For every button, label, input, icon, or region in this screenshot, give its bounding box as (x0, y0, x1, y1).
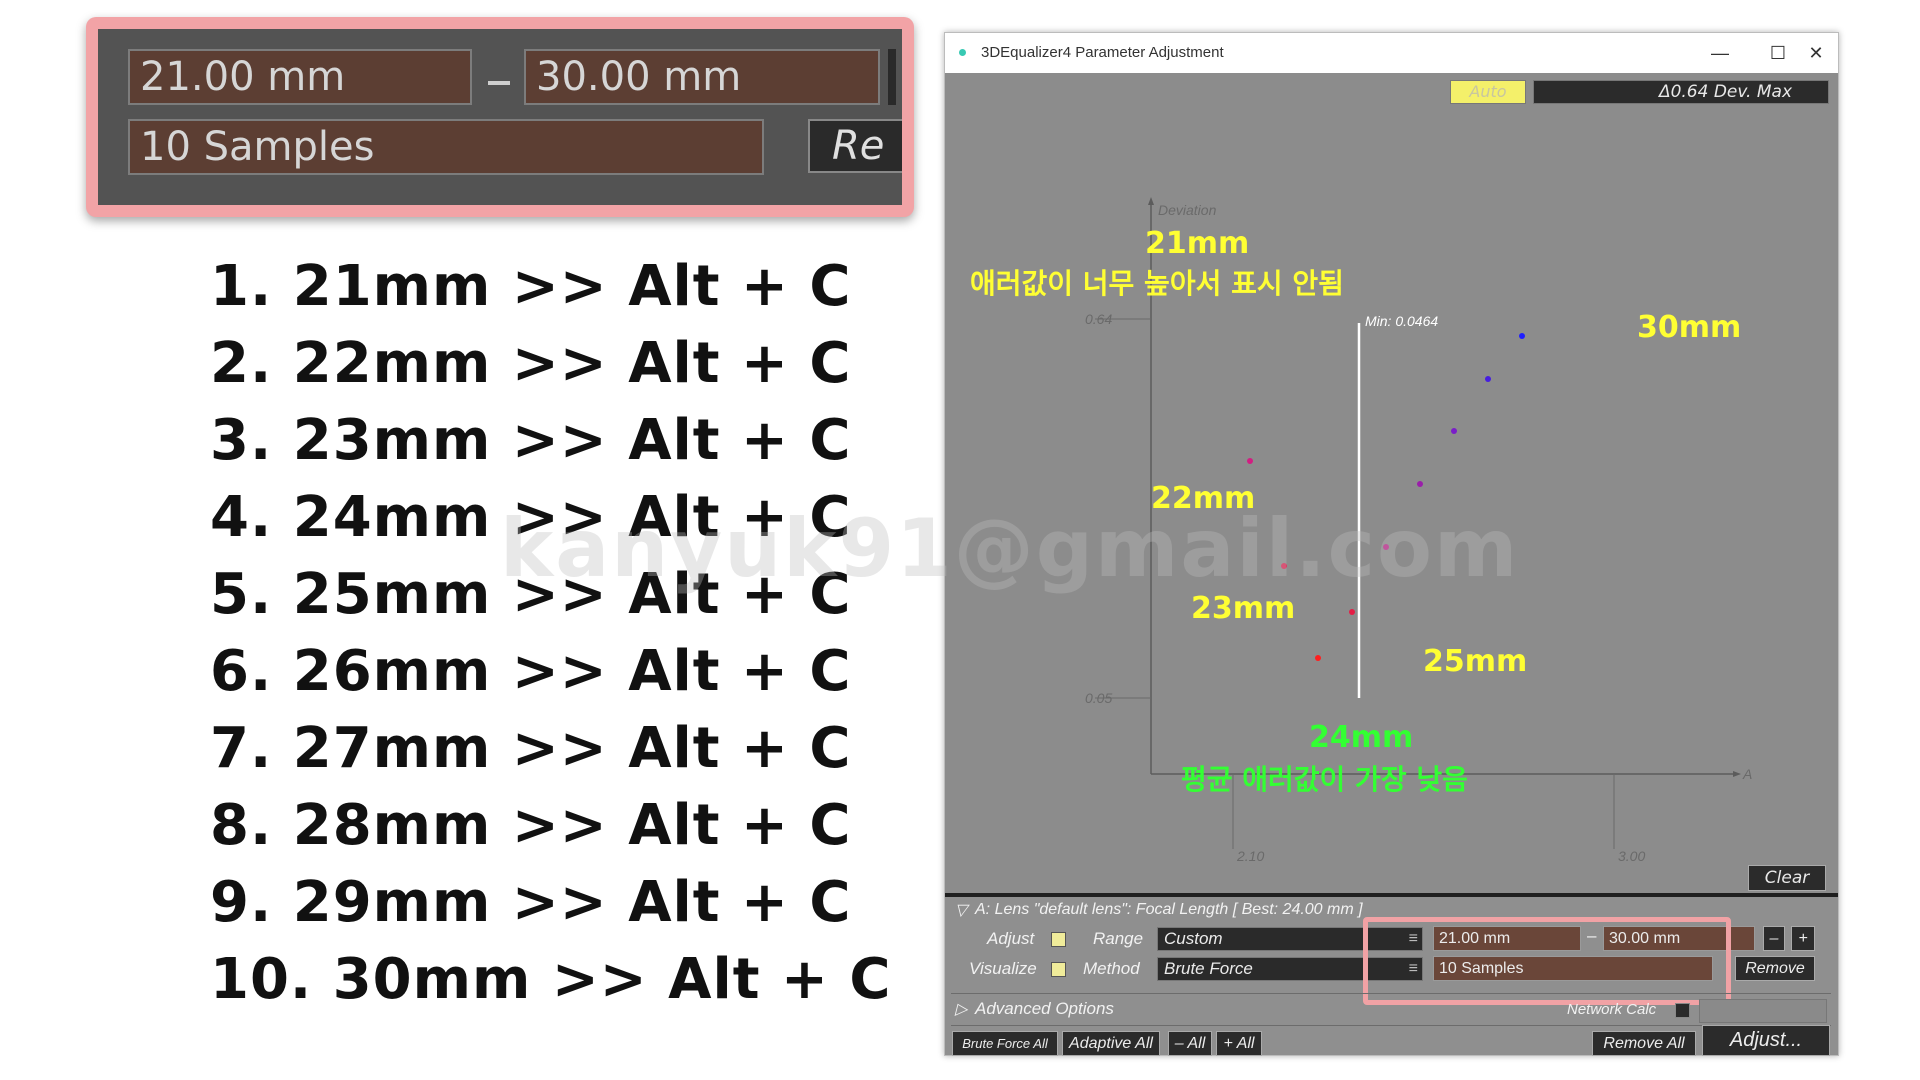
auto-button[interactable]: Auto (1450, 80, 1526, 104)
graph-area[interactable]: Deviation A 0.64 0.05 2.10 3.00 Min: 0.0… (945, 73, 1838, 893)
watermark: kanyuk91@gmail.com (500, 502, 1520, 595)
data-point-24mm (1315, 655, 1321, 661)
x-tick-label: 3.00 (1618, 848, 1645, 864)
visualize-label: Visualize (969, 959, 1037, 978)
data-point-27mm (1417, 481, 1423, 487)
window-title: 3DEqualizer4 Parameter Adjustment (981, 44, 1224, 61)
annotation-21mm: 21mm (1145, 226, 1249, 261)
data-point-29mm (1485, 376, 1491, 382)
zoom-stepper-edge (888, 49, 896, 105)
annotation-24mm-note: 평균 애러값이 가장 낮음 (1181, 763, 1468, 796)
x-tick-label: 2.10 (1236, 848, 1264, 864)
zoom-samples-field: 10 Samples (128, 119, 764, 175)
plus-button[interactable]: + (1791, 926, 1815, 951)
annotation-23mm: 23mm (1191, 591, 1295, 626)
brute-force-all-button[interactable]: Brute Force All (952, 1031, 1058, 1056)
step-list: 1. 21mm >> Alt + C 2. 22mm >> Alt + C 3.… (210, 248, 892, 1018)
zoom-range-to-field: 30.00 mm (524, 49, 880, 105)
adjust-checkbox[interactable] (1051, 932, 1066, 947)
network-calc-label: Network Calc (1567, 1001, 1657, 1018)
zoom-remove-button: Re (808, 119, 902, 173)
y-tick-label: 0.64 (1085, 311, 1112, 327)
advanced-options-toggle[interactable]: Advanced Options (975, 999, 1114, 1019)
app-icon (959, 49, 966, 56)
minus-all-button[interactable]: – All (1168, 1031, 1212, 1056)
adjust-button[interactable]: Adjust... (1702, 1025, 1830, 1056)
network-calc-checkbox[interactable] (1675, 1003, 1690, 1018)
x-axis-label: A (1742, 766, 1752, 782)
annotation-24mm: 24mm (1309, 720, 1413, 755)
step-item: 8. 28mm >> Alt + C (210, 793, 852, 858)
separator (951, 993, 1831, 994)
step-item: 7. 27mm >> Alt + C (210, 716, 852, 781)
minimize-button[interactable]: — (1700, 39, 1740, 67)
range-label: Range (1093, 929, 1144, 948)
dev-max-readout[interactable]: Δ0.64 Dev. Max (1533, 80, 1829, 104)
remove-button[interactable]: Remove (1735, 956, 1815, 981)
step-item: 2. 22mm >> Alt + C (210, 331, 852, 396)
highlight-box (1363, 917, 1731, 1005)
annotation-30mm: 30mm (1637, 310, 1741, 345)
remove-all-button[interactable]: Remove All (1592, 1031, 1696, 1056)
y-axis-label: Deviation (1158, 202, 1217, 218)
clear-button[interactable]: Clear (1748, 865, 1826, 891)
close-button[interactable]: ✕ (1796, 39, 1836, 67)
title-bar[interactable]: 3DEqualizer4 Parameter Adjustment — ☐ ✕ (945, 33, 1838, 73)
zoom-callout: 21.00 mm 30.00 mm 10 Samples Re (86, 17, 914, 217)
data-point-22mm (1247, 458, 1253, 464)
annotation-25mm: 25mm (1423, 644, 1527, 679)
adjust-label: Adjust (987, 929, 1035, 948)
y-axis-arrow (1148, 197, 1154, 205)
collapse-triangle-icon[interactable]: ▽ (955, 900, 967, 920)
zoom-range-dash (488, 81, 510, 85)
zoom-range-from-field: 21.00 mm (128, 49, 472, 105)
step-item: 3. 23mm >> Alt + C (210, 408, 852, 473)
expand-triangle-icon[interactable]: ▷ (955, 999, 967, 1019)
method-select-value: Brute Force (1164, 959, 1253, 978)
visualize-checkbox[interactable] (1051, 962, 1066, 977)
x-axis-arrow (1733, 771, 1741, 777)
data-point-25mm (1349, 609, 1355, 615)
maximize-button[interactable]: ☐ (1758, 39, 1798, 67)
annotation-21mm-note: 애러값이 너무 높아서 표시 안됨 (970, 267, 1344, 300)
y-tick-label: 0.05 (1085, 690, 1112, 706)
data-point-28mm (1451, 428, 1457, 434)
step-item: 10. 30mm >> Alt + C (210, 947, 892, 1012)
deviation-graph[interactable]: Deviation A 0.64 0.05 2.10 3.00 Min: 0.0… (945, 73, 1838, 893)
network-calc-field[interactable] (1699, 999, 1827, 1023)
parameter-header: A: Lens "default lens": Focal Length [ B… (975, 901, 1363, 918)
adaptive-all-button[interactable]: Adaptive All (1062, 1031, 1160, 1056)
separator (951, 1025, 1831, 1026)
step-item: 6. 26mm >> Alt + C (210, 639, 852, 704)
minus-button[interactable]: – (1763, 926, 1785, 951)
data-point-30mm (1519, 333, 1525, 339)
step-item: 1. 21mm >> Alt + C (210, 254, 852, 319)
min-deviation-label: Min: 0.0464 (1365, 313, 1438, 329)
parameter-panel: ▽ A: Lens "default lens": Focal Length [… (945, 897, 1838, 1056)
plus-all-button[interactable]: + All (1216, 1031, 1262, 1056)
method-label: Method (1083, 959, 1140, 978)
range-select-value: Custom (1164, 929, 1223, 948)
zoom-panel: 21.00 mm 30.00 mm 10 Samples Re (98, 29, 902, 205)
step-item: 9. 29mm >> Alt + C (210, 870, 852, 935)
